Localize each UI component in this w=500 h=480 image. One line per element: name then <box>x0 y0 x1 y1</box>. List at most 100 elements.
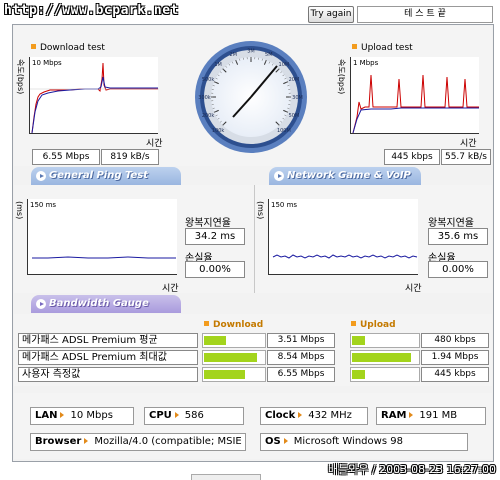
square-icon <box>351 321 356 326</box>
gauge-tick-label: 50M <box>289 113 300 119</box>
footer-timestamp: 배틀와우 / 2003-08-23 16:27:00 <box>327 463 496 476</box>
voip-rtt-label: 왕복지연율 <box>428 218 474 229</box>
lan-info: LAN 10 Mbps <box>30 407 134 425</box>
ping-x-axis: 시간 <box>162 284 179 294</box>
ping-loss-value: 0.00% <box>185 261 245 278</box>
gauge-tick-label: 2M <box>229 52 237 58</box>
gauge-row-label: 사용자 측정값 <box>18 367 198 382</box>
gauge-upload-label: Upload <box>360 320 396 330</box>
upload-bar <box>350 367 420 382</box>
watermark: http://www.bcpark.net <box>4 3 179 18</box>
upload-bar-fill <box>352 370 365 379</box>
download-bar <box>202 350 266 365</box>
download-graph <box>30 62 159 134</box>
ping-plot: 150 ms <box>27 199 177 275</box>
ping-graph <box>32 256 176 259</box>
voip-scale: 150 ms <box>271 201 298 209</box>
download-bar <box>202 333 266 348</box>
square-icon <box>31 44 36 49</box>
lan-value: 10 Mbps <box>70 410 113 421</box>
arrow-right-icon <box>36 299 46 309</box>
download-value: 3.51 Mbps <box>267 333 335 348</box>
browser-label: Browser <box>35 436 82 447</box>
download-kbs: 819 kB/s <box>101 149 159 165</box>
gauge-tick-label: 30M <box>292 95 303 101</box>
upload-bar <box>350 350 420 365</box>
browser-value: Mozilla/4.0 (compatible; MSIE 5.5 <box>94 436 246 447</box>
download-mbps: 6.55 Mbps <box>32 149 100 165</box>
upload-value: 445 kbps <box>421 367 489 382</box>
ping-y-axis: (ms) <box>15 201 24 220</box>
gauge-tick-label: 3M <box>247 49 255 55</box>
clock-label: Clock <box>265 410 296 421</box>
triangle-right-icon <box>60 412 65 418</box>
arrow-right-icon <box>36 171 46 181</box>
gauge-upload-header: Upload <box>351 320 396 330</box>
os-label: OS <box>265 436 281 447</box>
upload-graph <box>352 74 479 134</box>
download-scale: 10 Mbps <box>32 59 62 67</box>
bottom-control <box>191 474 261 480</box>
tab-label: Bandwidth Gauge <box>49 298 149 309</box>
lan-label: LAN <box>35 410 58 421</box>
voip-plot: 150 ms <box>268 199 418 275</box>
gauge-tick-label: 100M <box>277 128 291 134</box>
os-info: OS Microsoft Windows 98 <box>260 433 468 451</box>
ping-rtt-value: 34.2 ms <box>185 228 245 245</box>
download-y-axis: 속도(bps) <box>16 59 25 95</box>
ping-scale: 150 ms <box>30 201 57 209</box>
gauge-tick-label: 100k <box>212 128 225 134</box>
triangle-right-icon <box>84 438 89 444</box>
cpu-info: CPU 586 <box>144 407 244 425</box>
gauge-tick-label: 200k <box>202 113 215 119</box>
tab-voip[interactable]: Network Game & VoIP Test <box>269 167 421 199</box>
download-value: 8.54 Mbps <box>267 350 335 365</box>
upload-value: 480 kbps <box>421 333 489 348</box>
upload-bar-fill <box>352 336 365 345</box>
ram-label: RAM <box>381 410 407 421</box>
download-x-axis: 시간 <box>146 139 163 149</box>
download-bar <box>202 367 266 382</box>
upload-value: 1.94 Mbps <box>421 350 489 365</box>
triangle-right-icon <box>283 438 288 444</box>
cpu-label: CPU <box>149 410 172 421</box>
gauge-tick-label: 20M <box>289 77 300 83</box>
gauge-row-label: 메가패스 ADSL Premium 최대값 <box>18 350 198 365</box>
arrow-right-icon <box>274 171 284 181</box>
clock-info: Clock 432 MHz <box>260 407 368 425</box>
upload-bar-fill <box>352 353 411 362</box>
speed-gauge: 100k 200k 300k 500k 1M 2M 3M 5M 10M 20M 30M 50M 100M <box>195 41 307 153</box>
upload-kbps: 445 kbps <box>384 149 440 165</box>
voip-x-axis: 시간 <box>405 284 422 294</box>
gauge-tick-label: 500k <box>202 77 215 83</box>
ram-value: 191 MB <box>419 410 458 421</box>
tab-general-ping[interactable]: General Ping Test <box>31 167 181 185</box>
upload-bar <box>350 333 420 348</box>
clock-value: 432 MHz <box>308 410 352 421</box>
ram-info: RAM 191 MB <box>376 407 486 425</box>
triangle-right-icon <box>298 412 303 418</box>
download-header: Download test <box>31 43 105 53</box>
speed-panel: Download test 속도(bps) 10 Mbps 시간 6.55 Mb… <box>14 26 492 166</box>
download-bar-fill <box>204 353 257 362</box>
speed-test-frame: Download test 속도(bps) 10 Mbps 시간 6.55 Mb… <box>12 24 494 462</box>
upload-kbs: 55.7 kB/s <box>441 149 491 165</box>
top-bar: http://www.bcpark.net Try again 테 스 트 끝 <box>0 0 500 24</box>
section-divider <box>254 185 255 293</box>
triangle-right-icon <box>409 412 414 418</box>
download-bar-fill <box>204 336 226 345</box>
download-label: Download test <box>40 43 105 53</box>
gauge-download-label: Download <box>213 320 264 330</box>
tab-bandwidth-gauge[interactable]: Bandwidth Gauge <box>31 295 181 313</box>
voip-graph <box>272 254 418 259</box>
cpu-value: 586 <box>184 410 204 421</box>
gauge-tick-label: 300k <box>198 95 211 101</box>
ping-rtt-label: 왕복지연율 <box>185 218 231 229</box>
try-again-button[interactable]: Try again <box>308 6 354 23</box>
tab-label: General Ping Test <box>49 170 149 181</box>
status-title: 테 스 트 끝 <box>357 6 493 23</box>
triangle-right-icon <box>174 412 179 418</box>
gauge-row-label: 메가패스 ADSL Premium 평균 <box>18 333 198 348</box>
os-value: Microsoft Windows 98 <box>293 436 403 447</box>
ping-panel: (ms) 150 ms 시간 왕복지연율 34.2 ms 손실율 0.00% (… <box>14 185 492 294</box>
